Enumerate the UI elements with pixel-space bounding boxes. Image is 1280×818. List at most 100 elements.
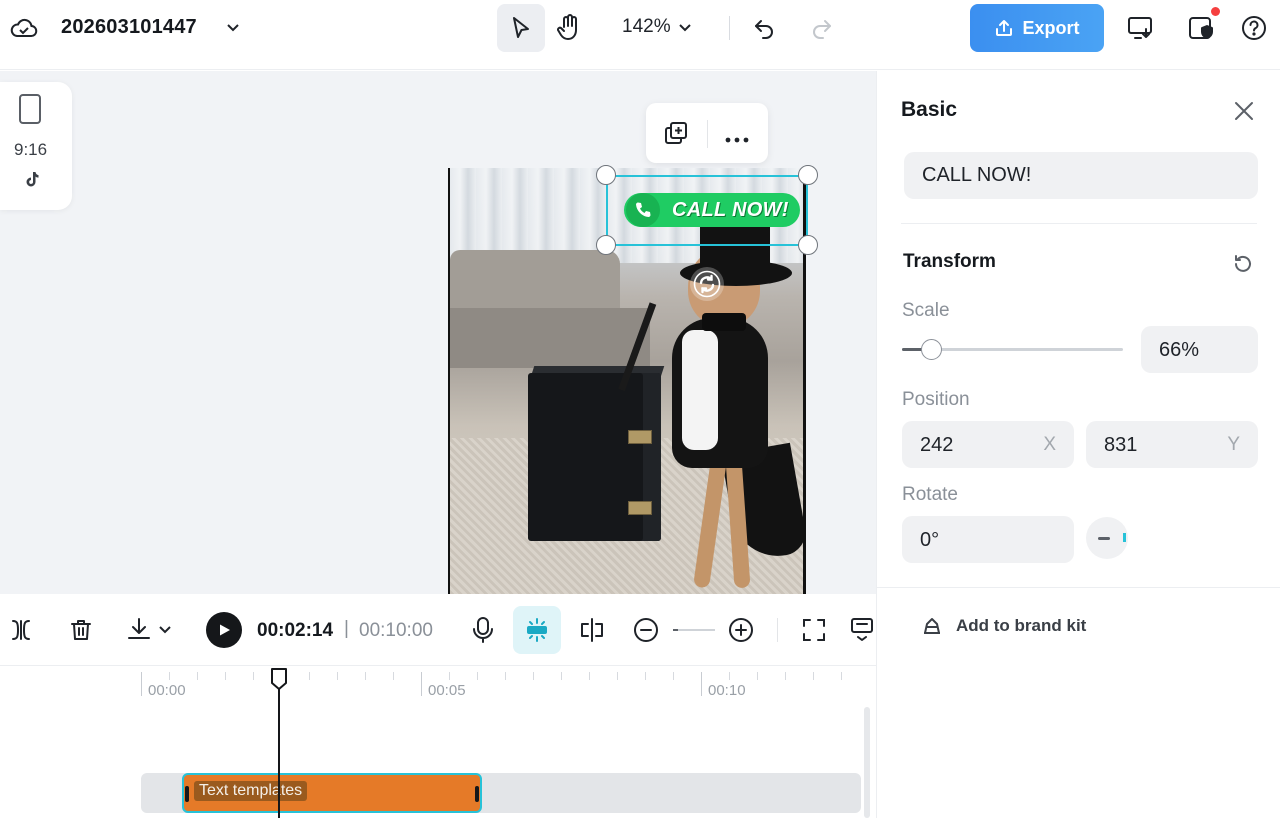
transform-title: Transform xyxy=(903,251,996,272)
resize-handle-bottom-right[interactable] xyxy=(798,235,818,255)
ruler-tick xyxy=(645,672,646,680)
download-dropdown[interactable] xyxy=(126,616,173,642)
export-button[interactable]: Export xyxy=(970,4,1104,52)
divider xyxy=(901,223,1257,224)
brand-kit-icon xyxy=(924,618,940,634)
canvas-area[interactable]: 9:16 CALL NOW! xyxy=(0,71,876,594)
rotate-handle[interactable] xyxy=(690,267,724,301)
resize-handle-bottom-left[interactable] xyxy=(596,235,616,255)
dial-mark xyxy=(1123,533,1126,542)
timeline-scrollbar[interactable] xyxy=(864,707,870,818)
caption-display-icon[interactable] xyxy=(850,616,874,642)
position-y-input[interactable]: 831 Y xyxy=(1086,421,1258,468)
zoom-dropdown[interactable]: 142% xyxy=(622,16,693,38)
ruler-tick xyxy=(533,672,534,680)
resize-handle-top-right[interactable] xyxy=(798,165,818,185)
aspect-ratio-panel[interactable]: 9:16 xyxy=(0,82,72,210)
ruler-tick xyxy=(393,672,394,680)
play-button[interactable] xyxy=(206,612,242,648)
current-time: 00:02:14 xyxy=(257,620,334,641)
trash-icon[interactable] xyxy=(69,618,93,642)
close-icon[interactable] xyxy=(1232,99,1256,128)
clip-trim-handle-right[interactable] xyxy=(475,786,479,802)
ruler-tick xyxy=(337,672,338,680)
ruler-tick xyxy=(477,672,478,680)
position-label: Position xyxy=(902,389,970,410)
sofa-seat xyxy=(450,308,650,368)
ruler-tick xyxy=(365,672,366,680)
reset-icon[interactable] xyxy=(1232,253,1254,280)
ruler-tick xyxy=(169,672,170,680)
ruler-tick xyxy=(813,672,814,680)
scale-label: Scale xyxy=(902,300,950,321)
clip-trim-handle-left[interactable] xyxy=(185,786,189,802)
position-x-input[interactable]: 242 X xyxy=(902,421,1074,468)
scale-slider-knob[interactable] xyxy=(920,339,942,360)
chevron-down-icon xyxy=(159,626,171,634)
project-title[interactable]: 202603101447 xyxy=(61,16,197,39)
shield-check-icon[interactable] xyxy=(1187,14,1215,42)
ruler-tick xyxy=(841,672,842,680)
position-x-value: 242 xyxy=(920,434,954,456)
ruler-tick xyxy=(701,672,702,696)
tiktok-icon xyxy=(22,170,40,193)
more-icon[interactable] xyxy=(725,130,749,148)
snap-icon xyxy=(527,618,547,642)
ruler-tick xyxy=(757,672,758,680)
ruler-label: 00:10 xyxy=(708,682,746,699)
dial-indicator xyxy=(1098,537,1110,540)
rotate-icon xyxy=(693,270,721,298)
split-icon[interactable] xyxy=(10,618,32,642)
resize-handle-top-left[interactable] xyxy=(596,165,616,185)
ruler-tick xyxy=(617,672,618,680)
ruler-label: 00:00 xyxy=(148,682,186,699)
rotate-input[interactable]: 0° xyxy=(902,516,1074,563)
timeline-zoom-slider[interactable] xyxy=(673,629,715,631)
scale-input[interactable]: 66% xyxy=(1141,326,1258,373)
chevron-down-icon xyxy=(678,24,691,32)
split-align-icon[interactable] xyxy=(578,616,606,644)
undo-icon[interactable] xyxy=(752,16,776,40)
panel-title: Basic xyxy=(901,98,958,121)
clip-label: Text templates xyxy=(194,781,308,801)
export-icon xyxy=(996,20,1013,36)
ruler-tick xyxy=(421,672,422,696)
position-x-suffix: X xyxy=(1043,434,1056,455)
monitor-download-icon[interactable] xyxy=(1126,14,1154,42)
export-label: Export xyxy=(1022,17,1080,38)
magnet-snap-button[interactable] xyxy=(513,606,561,654)
redo-icon[interactable] xyxy=(810,16,834,40)
top-bar: 202603101447 142% Export xyxy=(0,0,1280,70)
zoom-in-icon[interactable] xyxy=(727,616,755,644)
bowtie xyxy=(702,313,746,331)
text-template-clip[interactable]: Text templates xyxy=(182,773,482,813)
chevron-down-icon[interactable] xyxy=(224,18,242,36)
position-y-suffix: Y xyxy=(1227,434,1240,455)
duplicate-icon[interactable] xyxy=(663,120,689,151)
properties-panel: Basic CALL NOW! Transform Scale 66% Posi… xyxy=(876,71,1280,818)
timeline-zoom-fill xyxy=(673,629,678,631)
timeline[interactable]: 00:00 00:05 00:10 Text templates xyxy=(0,667,876,818)
select-tool-button[interactable] xyxy=(497,4,545,52)
dog-shirt xyxy=(682,330,718,450)
selection-box[interactable] xyxy=(606,175,808,246)
rotate-dial[interactable] xyxy=(1086,517,1128,559)
help-icon[interactable] xyxy=(1240,14,1268,42)
hand-tool-button[interactable] xyxy=(545,4,593,52)
divider xyxy=(729,16,730,40)
ruler-tick xyxy=(729,672,730,680)
play-icon xyxy=(220,624,230,636)
fullscreen-icon[interactable] xyxy=(801,617,827,643)
aspect-ratio-label: 9:16 xyxy=(14,140,48,159)
total-duration: 00:10:00 xyxy=(359,620,433,641)
text-content-input[interactable]: CALL NOW! xyxy=(904,152,1258,199)
zoom-out-icon[interactable] xyxy=(632,616,660,644)
ruler-tick xyxy=(309,672,310,680)
microphone-icon[interactable] xyxy=(470,616,496,644)
add-to-brand-kit-button[interactable]: Add to brand kit xyxy=(921,616,1086,636)
cloud-sync-icon[interactable] xyxy=(10,15,38,41)
download-icon xyxy=(128,618,150,639)
notification-dot xyxy=(1211,7,1220,16)
position-y-value: 831 xyxy=(1104,434,1138,456)
playhead-handle[interactable] xyxy=(270,667,288,691)
